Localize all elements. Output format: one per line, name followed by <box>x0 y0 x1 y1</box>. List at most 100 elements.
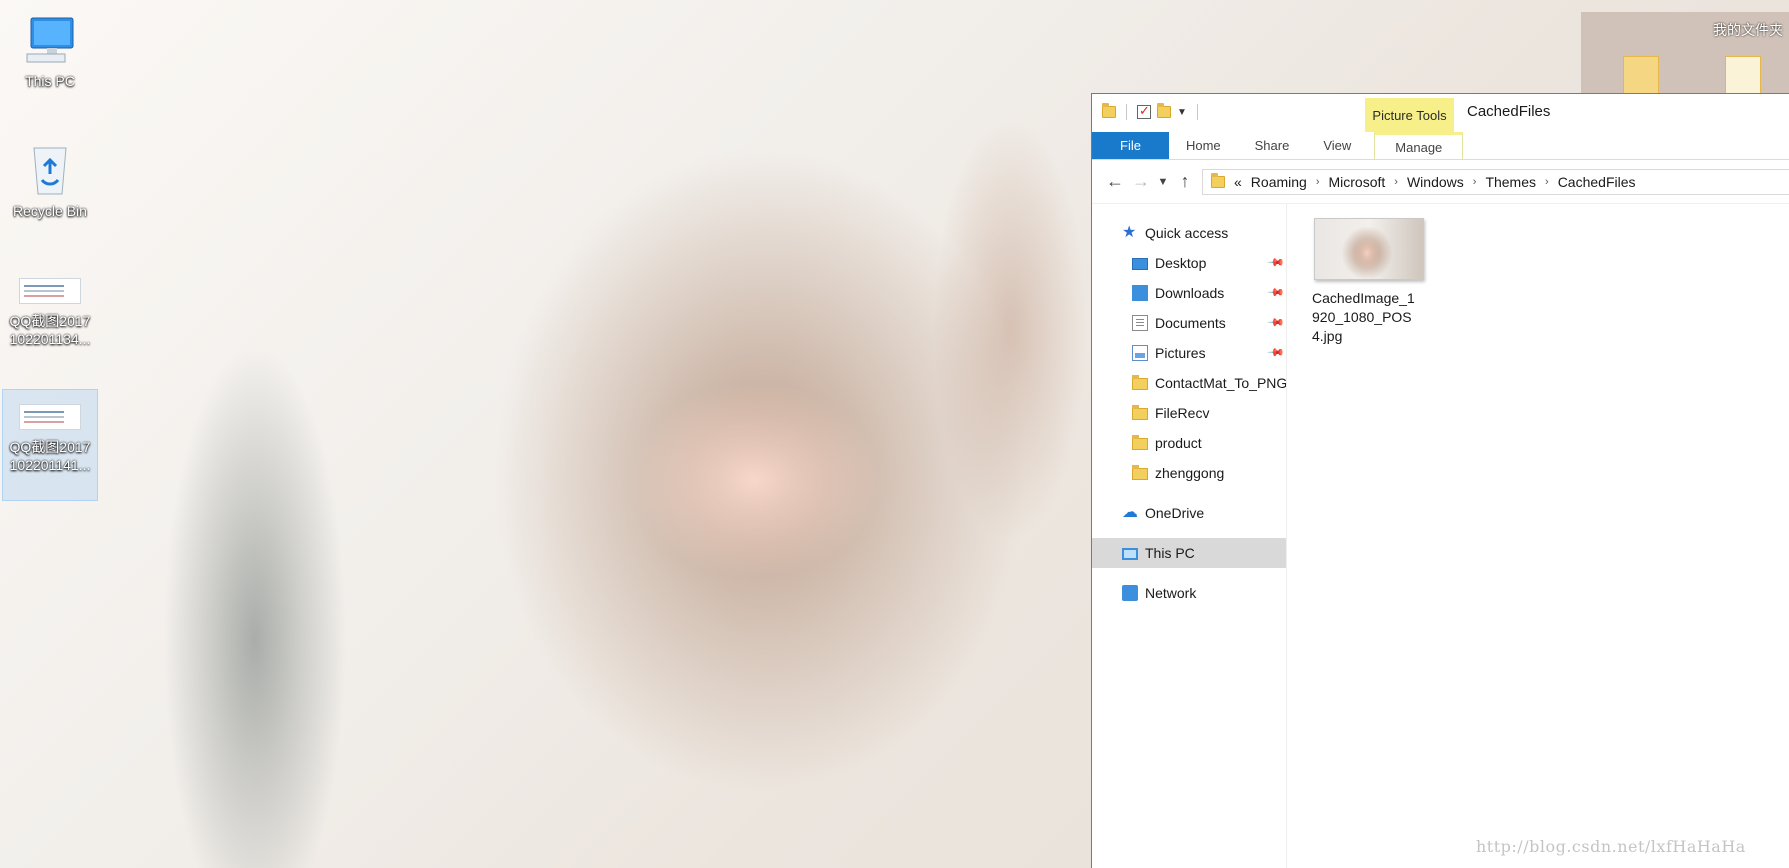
nav-item-zhenggong[interactable]: zhenggong <box>1092 458 1286 488</box>
tab-home[interactable]: Home <box>1169 132 1238 159</box>
nav-label: Desktop <box>1155 255 1207 271</box>
nav-item-documents[interactable]: Documents 📌 <box>1092 308 1286 338</box>
nav-item-filerecv[interactable]: FileRecv <box>1092 398 1286 428</box>
quick-access-toolbar: ▼ <box>1102 103 1202 120</box>
chevron-right-icon[interactable]: › <box>1394 176 1398 188</box>
pictures-folder-icon <box>1132 345 1148 361</box>
address-overflow-icon[interactable]: « <box>1234 174 1242 190</box>
back-arrow-icon[interactable]: ← <box>1102 171 1128 192</box>
nav-label: zhenggong <box>1155 465 1225 481</box>
chrome-shortcut-icon[interactable] <box>1623 56 1659 94</box>
folder-icon <box>1102 103 1116 118</box>
pin-icon[interactable]: 📌 <box>1266 343 1285 362</box>
desktop-icon-screenshot-1[interactable]: QQ截图2017 102201134... <box>2 278 98 348</box>
nav-this-pc[interactable]: This PC <box>1092 538 1286 568</box>
file-explorer-window: ▼ Picture Tools CachedFiles File Home Sh… <box>1091 93 1789 868</box>
up-arrow-icon[interactable]: ↑ <box>1172 171 1198 192</box>
breadcrumb-segment[interactable]: Roaming <box>1251 174 1307 190</box>
recycle-bin-icon <box>33 147 67 195</box>
folder-icon <box>1132 435 1148 450</box>
tab-file[interactable]: File <box>1092 132 1169 159</box>
downloads-folder-icon <box>1132 285 1148 301</box>
window-title: CachedFiles <box>1467 103 1551 120</box>
desktop-icon-label: Recycle Bin <box>13 203 87 219</box>
folder-icon <box>1132 375 1148 390</box>
watermark: http://blog.csdn.net/lxfHaHaHa <box>1476 837 1746 856</box>
chevron-right-icon[interactable]: › <box>1316 176 1320 188</box>
forward-arrow-icon[interactable]: → <box>1128 171 1154 192</box>
desktop-folder-icon <box>1132 258 1148 270</box>
network-icon <box>1122 585 1138 601</box>
nav-item-pictures[interactable]: Pictures 📌 <box>1092 338 1286 368</box>
nav-item-downloads[interactable]: Downloads 📌 <box>1092 278 1286 308</box>
navigation-pane: ★ Quick access Desktop 📌 Downloads 📌 Doc… <box>1092 204 1287 868</box>
pin-icon[interactable]: 📌 <box>1266 283 1285 302</box>
nav-label: Quick access <box>1145 225 1229 241</box>
file-list-pane[interactable]: CachedImage_1920_1080_POS4.jpg <box>1287 204 1789 868</box>
desktop-icon-label-line2: 102201141... <box>9 457 91 473</box>
chevron-right-icon[interactable]: › <box>1473 176 1477 188</box>
screenshot-thumbnail <box>19 278 81 304</box>
breadcrumb-segment[interactable]: Windows <box>1407 174 1464 190</box>
widget-title: 我的文件夹 <box>1713 22 1783 38</box>
nav-label: Documents <box>1155 315 1226 331</box>
cloud-icon: ☁ <box>1122 504 1138 521</box>
picture-tools-header: Picture Tools <box>1365 98 1454 132</box>
chevron-right-icon[interactable]: › <box>1545 176 1549 188</box>
file-shortcut-icon[interactable] <box>1725 56 1761 94</box>
desktop-icon-screenshot-2[interactable]: QQ截图2017 102201141... <box>2 389 98 501</box>
documents-folder-icon <box>1132 315 1148 331</box>
nav-label: ContactMat_To_PNG <box>1155 375 1287 391</box>
divider <box>1196 104 1198 120</box>
tab-view[interactable]: View <box>1306 132 1368 159</box>
nav-label: Pictures <box>1155 345 1206 361</box>
nav-label: OneDrive <box>1145 505 1205 521</box>
computer-icon <box>1122 548 1138 560</box>
desktop-icon-this-pc[interactable]: This PC <box>2 14 98 90</box>
breadcrumb-segment[interactable]: CachedFiles <box>1558 174 1636 190</box>
title-bar: ▼ Picture Tools CachedFiles <box>1092 94 1789 132</box>
desktop-icon-label-line1: QQ截图2017 <box>9 439 91 455</box>
new-folder-icon[interactable] <box>1157 103 1171 118</box>
nav-onedrive[interactable]: ☁ OneDrive <box>1092 498 1286 528</box>
tab-manage[interactable]: Manage <box>1374 132 1464 159</box>
nav-item-contactmat[interactable]: ContactMat_To_PNG <box>1092 368 1286 398</box>
star-icon: ★ <box>1122 224 1137 241</box>
nav-label: Network <box>1145 585 1197 601</box>
recent-locations-chevron-icon[interactable]: ▼ <box>1154 176 1172 188</box>
computer-icon <box>26 17 74 63</box>
nav-network[interactable]: Network <box>1092 578 1286 608</box>
nav-label: Downloads <box>1155 285 1225 301</box>
properties-icon[interactable] <box>1137 103 1151 119</box>
nav-label: product <box>1155 435 1202 451</box>
pin-icon[interactable]: 📌 <box>1266 253 1285 272</box>
nav-label: FileRecv <box>1155 405 1210 421</box>
top-right-folder-widget[interactable]: 我的文件夹 <box>1581 12 1789 94</box>
tab-share[interactable]: Share <box>1238 132 1307 159</box>
customize-toolbar-icon[interactable]: ▼ <box>1177 107 1187 118</box>
desktop-icon-label-line1: QQ截图2017 <box>9 313 91 329</box>
image-thumbnail <box>1314 218 1424 280</box>
pin-icon[interactable]: 📌 <box>1266 313 1285 332</box>
breadcrumb-segment[interactable]: Themes <box>1485 174 1536 190</box>
screenshot-thumbnail <box>19 404 81 430</box>
address-bar[interactable]: « Roaming › Microsoft › Windows › Themes… <box>1202 168 1789 195</box>
explorer-body: ★ Quick access Desktop 📌 Downloads 📌 Doc… <box>1092 204 1789 868</box>
breadcrumb-segment[interactable]: Microsoft <box>1329 174 1386 190</box>
nav-item-product[interactable]: product <box>1092 428 1286 458</box>
file-item[interactable]: CachedImage_1920_1080_POS4.jpg <box>1312 218 1424 346</box>
nav-quick-access[interactable]: ★ Quick access <box>1092 218 1286 248</box>
folder-icon <box>1211 172 1225 188</box>
folder-icon <box>1132 405 1148 420</box>
divider <box>1126 104 1127 120</box>
desktop-icon-label-line2: 102201134... <box>9 331 91 347</box>
folder-icon <box>1132 465 1148 480</box>
desktop-icon-recycle-bin[interactable]: Recycle Bin <box>2 140 98 220</box>
desktop-icon-label: This PC <box>25 73 75 89</box>
nav-item-desktop[interactable]: Desktop 📌 <box>1092 248 1286 278</box>
file-name: CachedImage_1920_1080_POS4.jpg <box>1312 290 1415 344</box>
nav-label: This PC <box>1145 545 1195 561</box>
